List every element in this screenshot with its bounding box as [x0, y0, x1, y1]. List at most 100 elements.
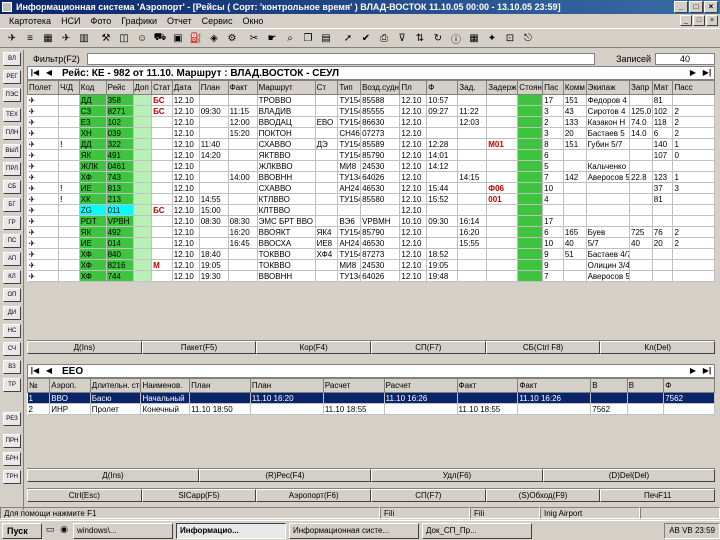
hand-icon[interactable]: ☛	[264, 30, 280, 46]
left-tool-12[interactable]: АП	[3, 252, 21, 266]
flights-col-header[interactable]: Дата	[171, 80, 200, 95]
left-tool-13[interactable]: КЛ	[3, 270, 21, 284]
last-record-button[interactable]: ▶|	[700, 67, 714, 79]
flights-col-header[interactable]: Код	[78, 80, 107, 95]
left-tool-21[interactable]: ПРН	[3, 434, 21, 448]
flights-col-header[interactable]: Мат	[651, 80, 674, 95]
route-col-header[interactable]: Факт	[456, 378, 519, 393]
check-icon[interactable]: ✔	[358, 30, 374, 46]
route-col-header[interactable]: Длительн. стоянки	[89, 378, 142, 393]
person-icon[interactable]: ☺	[134, 30, 150, 46]
star-icon[interactable]: ✦	[484, 30, 500, 46]
copy-icon[interactable]: ❐	[300, 30, 316, 46]
mdi-restore-button[interactable]: □	[693, 15, 705, 26]
info-icon[interactable]: ⓘ	[448, 30, 464, 46]
airport-button[interactable]: Аэропорт(F6)	[256, 489, 372, 502]
stand-icon[interactable]: ◫	[116, 30, 132, 46]
flight-row[interactable]: ✈! ХК 213 12.10 14:55 КТЛВВО ТУ154 85580 12.10 15…	[27, 193, 715, 205]
arrow-icon[interactable]: ➚	[340, 30, 356, 46]
flights-col-header[interactable]: Комм	[562, 80, 587, 95]
flight-row[interactable]: ✈! ИЕ 813 12.10 СХАВВО АН24 46530 12.10 15:44 Ф06…	[27, 182, 715, 194]
flight-row[interactable]: ✈ ИЕ 014 12.10 16:45 ВВОСХА ИЕ8 АН24 46530 12.10 1…	[27, 237, 715, 249]
prev-record-button[interactable]: ◀	[42, 67, 56, 79]
flights-col-header[interactable]: Ч/Д	[58, 80, 80, 95]
flights-col-header[interactable]: Возд.судно	[360, 80, 401, 95]
flight-icon[interactable]: ✈	[4, 30, 20, 46]
sicapp-button[interactable]: SICapp(F5)	[141, 489, 257, 502]
filter-icon[interactable]: ⊽	[394, 30, 410, 46]
flight-row[interactable]: ✈ PDT VPBH 12.10 08:30 08:30 ЭМС БРТ ВВО ВЭ6 VPB…	[27, 215, 715, 227]
left-tool-17[interactable]: СЧ	[3, 342, 21, 356]
exit-icon[interactable]: ⎋	[520, 30, 536, 46]
left-tool-20[interactable]: РЕЗ	[3, 412, 21, 426]
flight-row[interactable]: ✈ ЕЗ 102 12.10 12:00 ВВОДАЦ ЕВО ТУ154 86630 12.10…	[27, 116, 715, 128]
left-tool-9[interactable]: БГ	[3, 198, 21, 212]
first-record-button[interactable]: |◀	[28, 67, 42, 79]
route-first-button[interactable]: |◀	[28, 365, 42, 377]
flight-row[interactable]: ✈ ЯК 491 12.10 14:20 ЯКТВВО ТУ154 85790 12.10 14:…	[27, 149, 715, 161]
route-last-button[interactable]: ▶|	[700, 365, 714, 377]
flight-row[interactable]: ✈ ЖЛК 0461 12.10 ЖЛКВВО МИ8 24530 12.10 14:12 5 Ка…	[27, 160, 715, 172]
search-icon[interactable]: ⌕	[282, 30, 298, 46]
left-tool-3[interactable]: ПЭС	[3, 88, 21, 102]
calendar-icon[interactable]: ▦	[466, 30, 482, 46]
flight-row[interactable]: ✈ ХФ 840 12.10 18:40 ТОКВВО ХФ4 ТУ154 87273 12.10…	[27, 248, 715, 260]
cargo-icon[interactable]: ▣	[170, 30, 186, 46]
route-col-header[interactable]: План	[189, 378, 251, 393]
flight-row[interactable]: ✈ ХФ 743 12.10 14:00 ВВОВНН ТУ134 64026 12.10 14:…	[27, 171, 715, 183]
route-remove-button[interactable]: Удл(F6)	[371, 469, 543, 482]
print-icon[interactable]: ⎙	[376, 30, 392, 46]
flights-col-header[interactable]: Зад.	[457, 80, 488, 95]
flights-col-header[interactable]: Рейс	[105, 80, 134, 95]
left-tool-22[interactable]: БРН	[3, 452, 21, 466]
left-tool-16[interactable]: НС	[3, 324, 21, 338]
route-delete-button[interactable]: (D)Del(Del)	[543, 469, 715, 482]
grid-icon[interactable]: ▦	[40, 30, 56, 46]
task-4[interactable]: Док_СП_Пр...	[422, 522, 532, 539]
scissors-icon[interactable]: ✂	[246, 30, 262, 46]
task-2[interactable]: Информацио...	[176, 522, 286, 539]
flight-row[interactable]: ✈ ХН 039 12.10 15:20 ПОКТОН СН46 07273 12.10 3 20 Б…	[27, 127, 715, 139]
map-icon[interactable]: ◈	[206, 30, 222, 46]
menu-photo[interactable]: Фото	[86, 16, 117, 26]
flights-col-header[interactable]: Пасс	[672, 80, 715, 95]
route-col-header[interactable]: Расчет	[322, 378, 385, 393]
minimize-button[interactable]: _	[674, 1, 688, 13]
task-1[interactable]: windows\...	[73, 522, 173, 539]
chart-icon[interactable]: ▥	[76, 30, 92, 46]
next-record-button[interactable]: ▶	[686, 67, 700, 79]
left-tool-7[interactable]: ПРЛ	[3, 162, 21, 176]
list-icon[interactable]: ≡	[22, 30, 38, 46]
left-tool-15[interactable]: ДИ	[3, 306, 21, 320]
route-prev-button[interactable]: ◀	[42, 365, 56, 377]
flight-row[interactable]: ✈ ЯК 492 12.10 16:20 ВВОЯКТ ЯК4 ТУ154 85790 12.10…	[27, 226, 715, 238]
left-tool-8[interactable]: СБ	[3, 180, 21, 194]
delete-button[interactable]: Кл(Del)	[600, 341, 716, 354]
flight-row[interactable]: ✈ ДД 358 БС 12.10 ТРОВВО ТУ154 85588 12.10 10:57 1…	[27, 94, 715, 106]
flights-col-header[interactable]: Стоян	[517, 80, 544, 95]
flights-col-header[interactable]: Запр	[629, 80, 653, 95]
refresh-icon[interactable]: ↻	[430, 30, 446, 46]
flights-col-header[interactable]: Стат	[151, 80, 173, 95]
route-next-button[interactable]: ▶	[686, 365, 700, 377]
paste-icon[interactable]: ▤	[318, 30, 334, 46]
sp-bottom-button[interactable]: СП(F7)	[371, 489, 486, 502]
route-col-header[interactable]: Расчет	[383, 378, 458, 393]
mdi-minimize-button[interactable]: _	[680, 15, 692, 26]
edit-button[interactable]: Кор(F4)	[256, 341, 372, 354]
gear-icon[interactable]: ⚙	[224, 30, 240, 46]
flights-col-header[interactable]: Тип	[337, 80, 362, 95]
route-col-header[interactable]: Наименов.	[140, 378, 191, 393]
bypass-button[interactable]: (S)Обход(F9)	[485, 489, 601, 502]
route-col-header[interactable]: В	[590, 378, 628, 393]
left-tool-1[interactable]: ВЛ	[3, 52, 21, 66]
route-res-button[interactable]: (R)Рес(F4)	[199, 469, 371, 482]
left-tool-14[interactable]: ОП	[3, 288, 21, 302]
sort-icon[interactable]: ⇅	[412, 30, 428, 46]
close-button[interactable]: ×	[704, 1, 718, 13]
flight-row[interactable]: ✈ СЗ 8271 БС 12.10 09:30 11:15 ВЛАДИВ ТУ154 85555…	[27, 105, 715, 117]
insert-button[interactable]: Д(Ins)	[27, 341, 142, 354]
start-button[interactable]: Пуск	[2, 522, 42, 539]
left-tool-10[interactable]: ГР	[3, 216, 21, 230]
flight-row[interactable]: ✈! ДД 322 12.10 11:40 СХАВВО ДЭ ТУ154 85589 12.10…	[27, 138, 715, 150]
